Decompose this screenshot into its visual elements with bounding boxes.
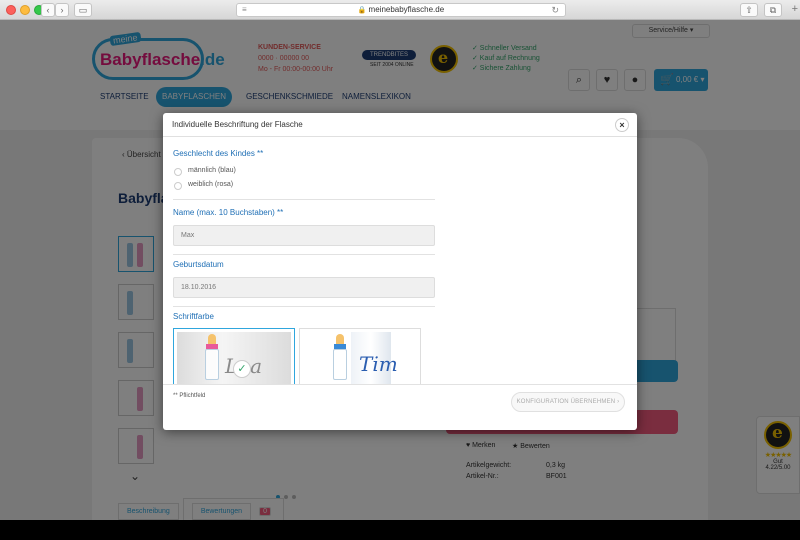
url-text: meinebabyflasche.de	[368, 5, 445, 14]
birthdate-label: Geburtsdatum	[173, 260, 224, 269]
color-option-gray[interactable]: Lea ✓	[173, 328, 295, 384]
share-button[interactable]: ⇧	[740, 3, 758, 17]
tabs-icon: ⧉	[769, 5, 777, 15]
check-icon: ✓	[233, 360, 251, 378]
reload-icon[interactable]: ↻	[551, 4, 559, 16]
divider	[173, 254, 435, 255]
close-window-button[interactable]	[6, 5, 16, 15]
lock-icon: 🔒	[357, 7, 367, 14]
modal-title: Individuelle Beschriftung der Flasche	[172, 120, 303, 129]
reader-menu-icon[interactable]: ≡	[242, 4, 247, 16]
divider	[173, 199, 435, 200]
name-input[interactable]: Max	[173, 225, 435, 246]
divider	[173, 306, 435, 307]
tabs-button[interactable]: ⧉	[764, 3, 782, 17]
radio-female[interactable]	[174, 182, 182, 190]
sidebar-icon: ▭	[78, 5, 88, 15]
modal-header: Individuelle Beschriftung der Flasche ×	[163, 113, 637, 137]
modal-footer: ** Pflichtfeld KONFIGURATION ÜBERNEHMEN …	[163, 384, 637, 430]
required-note: ** Pflichtfeld	[173, 393, 206, 399]
radio-male-label[interactable]: männlich (blau)	[188, 167, 236, 174]
radio-female-label[interactable]: weiblich (rosa)	[188, 181, 233, 188]
chevron-right-icon: ›	[60, 5, 64, 15]
share-icon: ⇧	[745, 5, 753, 15]
birthdate-input[interactable]: 18.10.2016	[173, 277, 435, 298]
address-bar[interactable]: ≡ 🔒 meinebabyflasche.de ↻	[236, 3, 566, 17]
radio-male[interactable]	[174, 168, 182, 176]
gender-label: Geschlecht des Kindes **	[173, 149, 264, 158]
minimize-window-button[interactable]	[20, 5, 30, 15]
browser-toolbar: ‹ › ▭ ≡ 🔒 meinebabyflasche.de ↻ ⇧ ⧉ +	[0, 0, 800, 20]
screen-bottom-bar	[0, 520, 800, 540]
modal-body: Geschlecht des Kindes ** männlich (blau)…	[163, 137, 637, 384]
back-button[interactable]: ‹	[41, 3, 55, 17]
close-icon[interactable]: ×	[615, 118, 629, 132]
screen: ‹ › ▭ ≡ 🔒meinebabyflasche.de ↻ ⇧ ⧉ + mei…	[0, 0, 800, 540]
sample-text: Tim	[359, 352, 398, 376]
chevron-left-icon: ‹	[46, 5, 50, 15]
sidebar-button[interactable]: ▭	[74, 3, 92, 17]
new-tab-icon[interactable]: +	[792, 3, 798, 15]
apply-configuration-button[interactable]: KONFIGURATION ÜBERNEHMEN ›	[511, 392, 625, 412]
forward-button[interactable]: ›	[55, 3, 69, 17]
configuration-modal: Individuelle Beschriftung der Flasche × …	[163, 113, 637, 430]
color-option-blue[interactable]: Tim	[299, 328, 421, 384]
color-sample-image: Tim	[303, 332, 417, 384]
color-sample-image: Lea	[177, 332, 291, 384]
font-color-label: Schriftfarbe	[173, 312, 214, 321]
name-label: Name (max. 10 Buchstaben) **	[173, 208, 284, 217]
